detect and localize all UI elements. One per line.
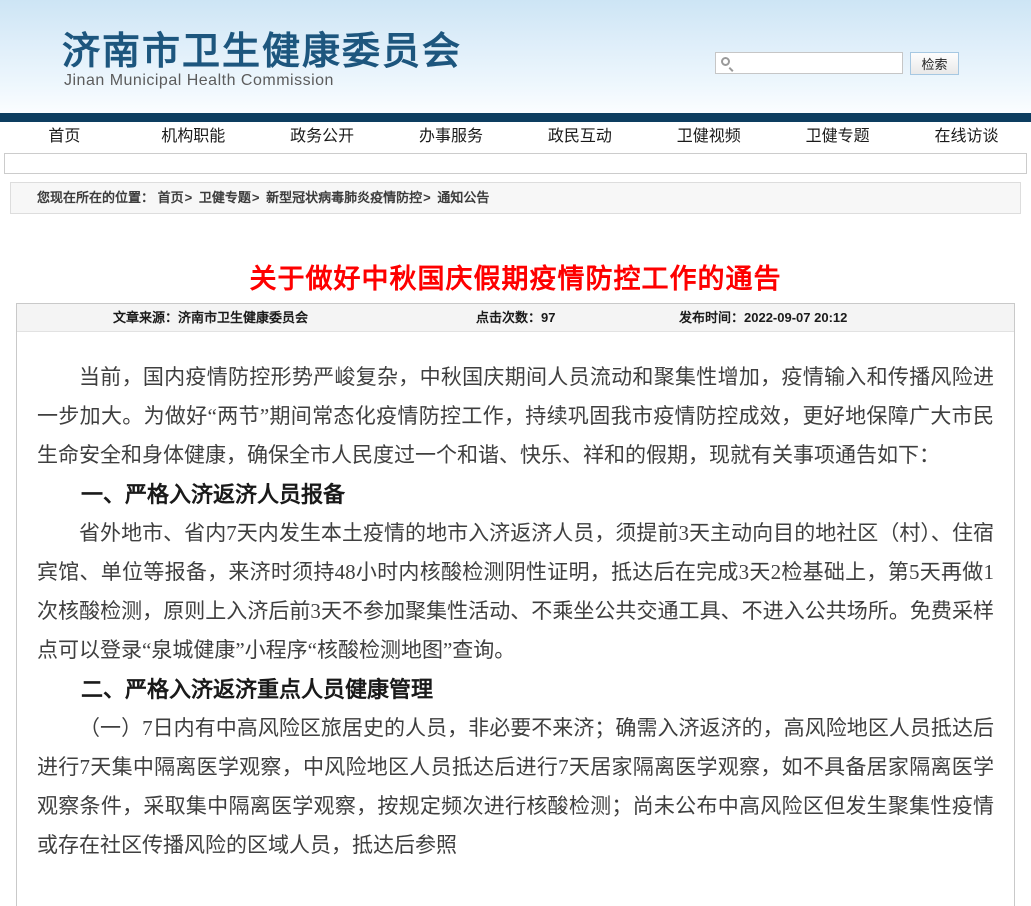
- nav-item-interaction[interactable]: 政民互动: [516, 122, 645, 151]
- breadcrumb-separator: >: [252, 190, 260, 205]
- article-click-count: 点击次数：97: [476, 304, 555, 332]
- breadcrumb-item-home[interactable]: 首页: [158, 190, 184, 205]
- search-icon: [721, 57, 730, 66]
- article-source: 文章来源：济南市卫生健康委员会: [113, 304, 308, 332]
- breadcrumb-separator: >: [185, 190, 193, 205]
- breadcrumb-prefix: 您现在所在的位置：: [37, 190, 154, 205]
- article-paragraph: （一）7日内有中高风险区旅居史的人员，非必要不来济；确需入济返济的，高风险地区人…: [37, 709, 994, 865]
- navy-divider-bar: [0, 113, 1031, 122]
- article-content-box: 文章来源：济南市卫生健康委员会 点击次数：97 发布时间：2022-09-07 …: [16, 303, 1015, 906]
- nav-item-gov-affairs[interactable]: 政务公开: [258, 122, 387, 151]
- nav-item-interviews[interactable]: 在线访谈: [902, 122, 1031, 151]
- nav-item-home[interactable]: 首页: [0, 122, 129, 151]
- article-section-heading: 二、严格入济返济重点人员健康管理: [37, 670, 994, 709]
- search-input[interactable]: [715, 52, 903, 74]
- article-meta-bar: 文章来源：济南市卫生健康委员会 点击次数：97 发布时间：2022-09-07 …: [17, 304, 1014, 332]
- site-header: 济南市卫生健康委员会 Jinan Municipal Health Commis…: [0, 0, 1031, 113]
- site-title: 济南市卫生健康委员会: [62, 20, 462, 75]
- nav-item-services[interactable]: 办事服务: [387, 122, 516, 151]
- article-section-heading: 一、严格入济返济人员报备: [37, 475, 994, 514]
- article-publish-time: 发布时间：2022-09-07 20:12: [679, 304, 847, 332]
- breadcrumb-item-covid-control[interactable]: 新型冠状病毒肺炎疫情防控: [266, 190, 422, 205]
- nav-item-functions[interactable]: 机构职能: [129, 122, 258, 151]
- search-button[interactable]: 检索: [910, 52, 959, 75]
- main-nav: 首页 机构职能 政务公开 办事服务 政民互动 卫健视频 卫健专题 在线访谈: [0, 122, 1031, 151]
- breadcrumb: 您现在所在的位置： 首页> 卫健专题> 新型冠状病毒肺炎疫情防控> 通知公告: [10, 182, 1021, 214]
- breadcrumb-item-notices[interactable]: 通知公告: [437, 190, 489, 205]
- nav-item-topics[interactable]: 卫健专题: [773, 122, 902, 151]
- nav-item-videos[interactable]: 卫健视频: [644, 122, 773, 151]
- article-paragraph: 当前，国内疫情防控形势严峻复杂，中秋国庆期间人员流动和聚集性增加，疫情输入和传播…: [37, 358, 994, 475]
- article-body: 当前，国内疫情防控形势严峻复杂，中秋国庆期间人员流动和聚集性增加，疫情输入和传播…: [17, 332, 1014, 865]
- site-subtitle: Jinan Municipal Health Commission: [64, 72, 334, 90]
- breadcrumb-separator: >: [423, 190, 431, 205]
- breadcrumb-item-topics[interactable]: 卫健专题: [199, 190, 251, 205]
- article-paragraph: 省外地市、省内7天内发生本土疫情的地市入济返济人员，须提前3天主动向目的地社区（…: [37, 514, 994, 670]
- article-title: 关于做好中秋国庆假期疫情防控工作的通告: [0, 257, 1031, 296]
- subnav-strip: [4, 153, 1027, 174]
